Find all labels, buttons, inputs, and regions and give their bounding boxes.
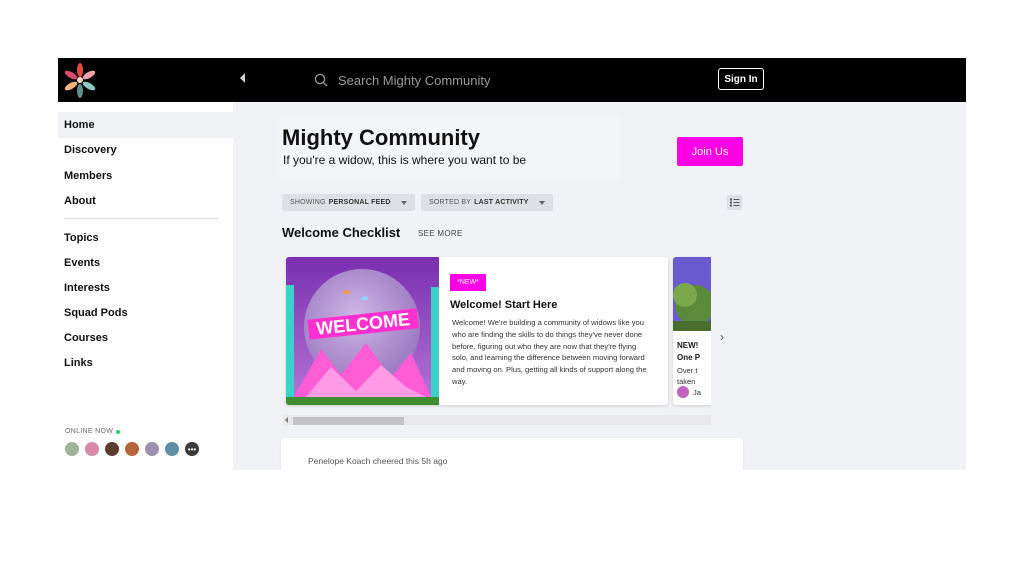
sidebar-item-home[interactable]: Home [58, 112, 233, 138]
feed-filter-dropdown[interactable]: SHOWING PERSONAL FEED [282, 194, 415, 211]
list-view-toggle[interactable] [727, 195, 742, 210]
search-icon [314, 73, 328, 87]
primary-nav: Home Discovery Members About [58, 112, 233, 214]
online-now-label: ONLINE NOW [65, 428, 121, 435]
feed-activity-text: Penelope Koach cheered this 5h ago [308, 456, 448, 466]
sidebar: Home Discovery Members About Topics Even… [58, 102, 233, 470]
new-badge: *NEW* [450, 274, 486, 291]
sort-filter-value: LAST ACTIVITY [474, 199, 529, 206]
feed-post-card[interactable]: Penelope Koach cheered this 5h ago [281, 438, 743, 470]
avatar[interactable] [104, 441, 120, 457]
next-card-line2: One P [677, 353, 701, 362]
avatar[interactable] [124, 441, 140, 457]
feed-filter-prefix: SHOWING [290, 199, 326, 206]
section-title: Welcome Checklist [282, 225, 401, 240]
online-now-text: ONLINE NOW [65, 428, 114, 435]
join-button[interactable]: Join Us [677, 137, 743, 166]
list-icon [730, 198, 740, 207]
avatar[interactable] [164, 441, 180, 457]
avatar[interactable] [84, 441, 100, 457]
community-logo-icon[interactable] [58, 58, 102, 102]
sidebar-item-links[interactable]: Links [58, 350, 233, 375]
avatar[interactable] [64, 441, 80, 457]
next-card-image [673, 257, 711, 331]
checklist-carousel: WELCOME *NEW* Welcome! Start Here Welcom… [281, 252, 711, 410]
scroll-left-arrow-icon[interactable] [285, 417, 288, 423]
next-card-line1: NEW! [677, 341, 699, 350]
see-more-link[interactable]: SEE MORE [418, 229, 463, 238]
next-card-line4: taken [677, 377, 696, 386]
carousel-scrollbar[interactable] [283, 415, 711, 425]
sidebar-item-events[interactable]: Events [58, 250, 233, 275]
online-avatars: ••• [64, 441, 204, 457]
online-dot-icon [116, 429, 121, 434]
sidebar-item-interests[interactable]: Interests [58, 275, 233, 300]
page-subtitle: If you're a widow, this is where you wan… [283, 153, 527, 167]
sidebar-item-discovery[interactable]: Discovery [58, 138, 233, 164]
sort-filter-dropdown[interactable]: SORTED BY LAST ACTIVITY [421, 194, 553, 211]
sidebar-item-members[interactable]: Members [58, 163, 233, 189]
sidebar-divider [64, 218, 218, 219]
sidebar-item-courses[interactable]: Courses [58, 325, 233, 350]
more-avatars-icon[interactable]: ••• [184, 441, 200, 457]
chevron-right-icon[interactable]: › [720, 330, 724, 344]
collapse-sidebar-icon[interactable] [240, 73, 245, 83]
feed-filter-value: PERSONAL FEED [328, 199, 391, 206]
search-bar[interactable]: Search Mighty Community [314, 68, 614, 92]
main-content: Mighty Community If you're a widow, this… [233, 102, 966, 470]
sidebar-item-topics[interactable]: Topics [58, 225, 233, 250]
welcome-card-image: WELCOME [286, 257, 439, 405]
next-card-line3: Over t [677, 366, 698, 375]
sort-filter-prefix: SORTED BY [429, 199, 472, 206]
next-card-author: Ja [693, 388, 701, 397]
welcome-card[interactable]: WELCOME *NEW* Welcome! Start Here Welcom… [286, 257, 668, 405]
top-bar: Search Mighty Community Sign In [58, 58, 966, 102]
search-placeholder: Search Mighty Community [338, 72, 491, 88]
card-title: Welcome! Start Here [450, 299, 558, 311]
sidebar-item-squad-pods[interactable]: Squad Pods [58, 300, 233, 325]
avatar [677, 386, 689, 398]
secondary-nav: Topics Events Interests Squad Pods Cours… [58, 225, 233, 375]
chevron-down-icon [400, 200, 407, 205]
card-body: Welcome! We're building a community of w… [452, 318, 647, 386]
next-card[interactable]: NEW! One P Over t taken Ja [673, 257, 711, 405]
page-title: Mighty Community [282, 125, 480, 150]
sign-in-button[interactable]: Sign In [718, 68, 764, 90]
app-window: Search Mighty Community Sign In Home Dis… [58, 58, 966, 470]
sidebar-item-about[interactable]: About [58, 189, 233, 215]
chevron-down-icon [538, 200, 545, 205]
scroll-thumb[interactable] [293, 417, 404, 425]
avatar[interactable] [144, 441, 160, 457]
